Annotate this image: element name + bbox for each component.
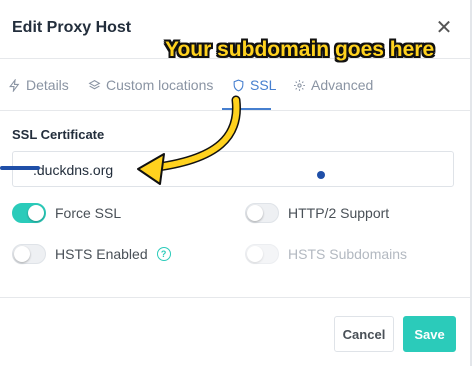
save-button[interactable]: Save: [403, 316, 456, 352]
force-ssl-toggle[interactable]: Force SSL: [12, 202, 121, 224]
tab-label: Details: [26, 77, 69, 93]
layers-icon: [88, 79, 101, 89]
hsts-enabled-toggle[interactable]: HSTS Enabled ?: [12, 243, 171, 265]
tab-label: Advanced: [311, 77, 374, 93]
tab-bar: Details Custom locations SSL Advanced: [0, 58, 470, 111]
cancel-button[interactable]: Cancel: [334, 316, 394, 352]
http2-support-toggle[interactable]: HTTP/2 Support: [245, 202, 389, 224]
toggle-label: Force SSL: [55, 205, 122, 221]
tab-advanced[interactable]: Advanced: [293, 75, 373, 95]
tab-custom-locations[interactable]: Custom locations: [88, 75, 213, 95]
modal-title: Edit Proxy Host: [12, 19, 132, 36]
hsts-subdomains-toggle: HSTS Subdomains: [245, 243, 407, 265]
modal-footer: [0, 297, 470, 367]
toggle-switch[interactable]: [12, 244, 46, 264]
toggle-label: HSTS Enabled: [55, 246, 148, 262]
tab-label: SSL: [250, 77, 277, 93]
toggle-switch: [245, 244, 279, 264]
bolt-icon: [9, 78, 20, 92]
ssl-certificate-label: SSL Certificate: [12, 127, 105, 142]
close-icon[interactable]: ✕: [433, 17, 455, 39]
gear-icon: [294, 79, 305, 91]
question-circle-icon[interactable]: ?: [156, 247, 171, 261]
active-tab-indicator: [222, 108, 271, 110]
toggle-label: HSTS Subdomains: [288, 246, 408, 262]
tab-ssl[interactable]: SSL: [232, 75, 276, 95]
toggle-label: HTTP/2 Support: [288, 205, 390, 221]
redaction-dot: [317, 171, 325, 179]
toggle-switch[interactable]: [245, 203, 279, 223]
ssl-certificate-value: .duckdns.org: [33, 162, 114, 178]
redaction-mark: [0, 166, 40, 170]
tab-details[interactable]: Details: [8, 75, 69, 95]
toggle-switch[interactable]: [12, 203, 46, 223]
tab-label: Custom locations: [106, 77, 214, 93]
annotation-caption: Your subdomain goes here: [165, 38, 435, 61]
shield-icon: [233, 79, 244, 92]
